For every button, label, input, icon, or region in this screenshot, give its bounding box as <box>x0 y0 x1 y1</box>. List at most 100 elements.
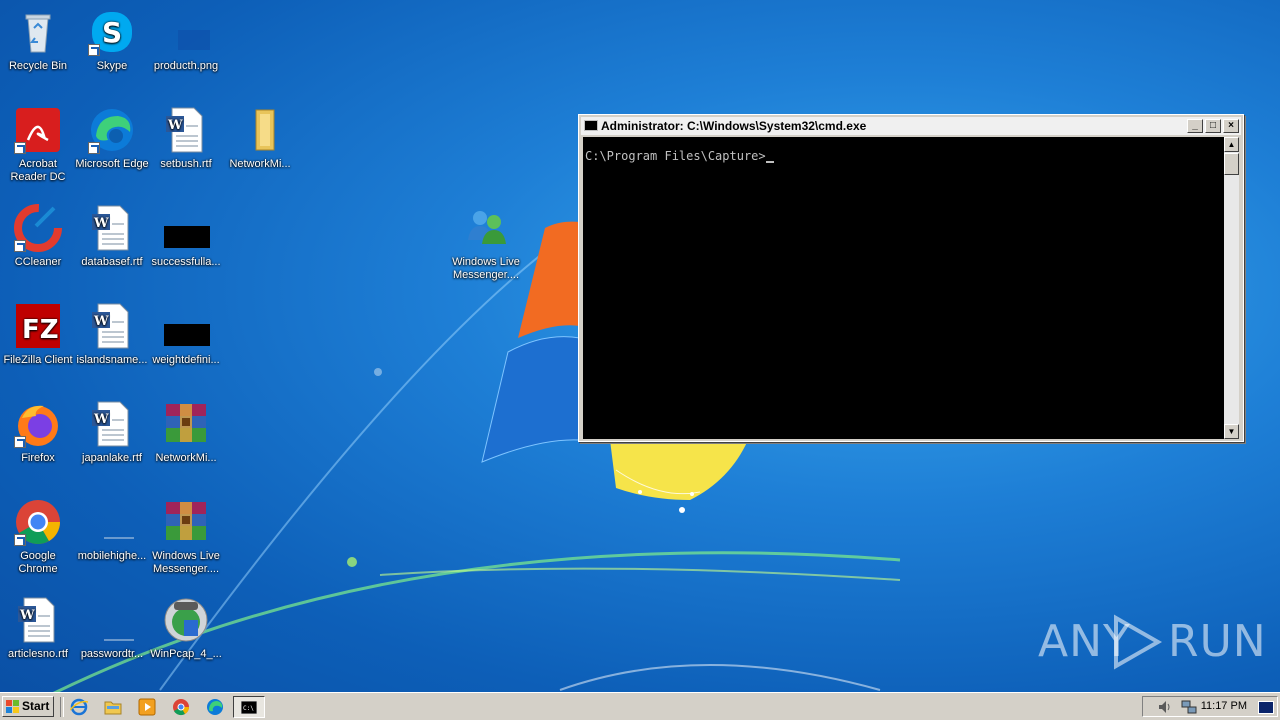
word-doc-icon: W <box>14 596 62 644</box>
firefox-icon <box>14 400 62 448</box>
desktop-icon-label: databasef.rtf <box>81 256 143 268</box>
desktop-icon-label: CCleaner <box>14 256 62 268</box>
desktop-icon-label: Skype <box>96 60 128 72</box>
ie-icon[interactable] <box>70 698 88 716</box>
winpcap-icon <box>162 596 210 644</box>
winrar-icon <box>162 400 210 448</box>
messenger-icon <box>462 204 510 252</box>
edge-icon[interactable] <box>206 698 224 716</box>
cmd-icon: C:\ <box>241 701 257 714</box>
cmd-window[interactable]: Administrator: C:\Windows\System32\cmd.e… <box>578 114 1244 442</box>
black-file-icon <box>162 204 210 252</box>
ccleaner-icon <box>14 204 62 252</box>
watermark-play-icon <box>1114 614 1163 670</box>
desktop-icon-skype[interactable]: S Skype <box>74 8 150 73</box>
close-button[interactable]: × <box>1223 119 1239 133</box>
desktop-icon-databasef[interactable]: W databasef.rtf <box>74 204 150 269</box>
desktop-icon-chrome[interactable]: Google Chrome <box>0 498 76 576</box>
scroll-up-button[interactable]: ▲ <box>1224 137 1239 152</box>
taskbar-separator <box>60 697 64 717</box>
desktop-icon-successfulla[interactable]: successfulla... <box>148 204 224 269</box>
desktop-icon-weightdefini[interactable]: weightdefini... <box>148 302 224 367</box>
desktop-icon-winpcap[interactable]: WinPcap_4_... <box>148 596 224 661</box>
filezilla-icon: FZ <box>14 302 62 350</box>
desktop-icon-messenger-rar[interactable]: Windows Live Messenger.... <box>148 498 224 576</box>
desktop-icon-label: NetworkMi... <box>155 452 217 464</box>
cmd-console[interactable]: C:\Program Files\Capture> <box>583 137 1224 439</box>
desktop-icon-label: FileZilla Client <box>3 354 73 366</box>
desktop-icon-mobilehighe[interactable]: mobilehighe... <box>74 498 150 563</box>
scroll-thumb[interactable] <box>1224 153 1239 175</box>
volume-icon[interactable] <box>1157 699 1173 715</box>
desktop-icon-label: Acrobat Reader DC <box>10 158 66 183</box>
anyrun-watermark: ANY RUN <box>1038 612 1266 672</box>
cmd-scrollbar[interactable]: ▲ ▼ <box>1224 137 1239 439</box>
cmd-prompt-line: C:\Program Files\Capture> <box>585 149 774 163</box>
shortcut-arrow-icon <box>14 436 26 448</box>
skype-icon: S <box>88 8 136 56</box>
chrome-icon <box>14 498 62 546</box>
desktop-icon-edge[interactable]: Microsoft Edge <box>74 106 150 171</box>
shortcut-arrow-icon <box>88 142 100 154</box>
desktop-icon-networkmi-rar[interactable]: NetworkMi... <box>148 400 224 465</box>
desktop-icon-label: weightdefini... <box>152 354 220 366</box>
desktop-icon-label: Windows Live Messenger.... <box>152 550 220 575</box>
taskbar-button-cmd[interactable]: C:\ <box>233 696 265 718</box>
word-doc-icon: W <box>162 106 210 154</box>
desktop-icon-passwordtr[interactable]: passwordtr... <box>74 596 150 661</box>
winrar-icon <box>162 498 210 546</box>
desktop-icon-recycle-bin[interactable]: Recycle Bin <box>0 8 76 73</box>
svg-text:S: S <box>102 16 122 49</box>
svg-text:W: W <box>167 118 183 133</box>
edge-icon <box>88 106 136 154</box>
taskbar: Start C:\ 11:17 PM <box>0 692 1280 720</box>
desktop-icon-setbush[interactable]: W setbush.rtf <box>148 106 224 171</box>
desktop-icon-ccleaner[interactable]: CCleaner <box>0 204 76 269</box>
word-doc-icon: W <box>88 204 136 252</box>
desktop-icon-label: Firefox <box>21 452 55 464</box>
shortcut-arrow-icon <box>14 534 26 546</box>
desktop-icon-label: passwordtr... <box>80 648 144 660</box>
svg-text:FZ: FZ <box>22 315 59 345</box>
desktop-icon-acrobat[interactable]: Acrobat Reader DC <box>0 106 76 184</box>
scroll-down-button[interactable]: ▼ <box>1224 424 1239 439</box>
start-label: Start <box>22 699 50 713</box>
desktop-icon-articlesno[interactable]: W articlesno.rtf <box>0 596 76 661</box>
black-file-icon <box>162 302 210 350</box>
chrome-icon[interactable] <box>172 698 190 716</box>
desktop-icon-label: Microsoft Edge <box>75 158 149 170</box>
desktop-icon-label: articlesno.rtf <box>8 648 68 660</box>
minimize-button[interactable]: _ <box>1187 119 1203 133</box>
shortcut-arrow-icon <box>88 44 100 56</box>
desktop-icon-producth[interactable]: producth.png <box>148 8 224 73</box>
svg-text:W: W <box>93 412 109 427</box>
windows-flag-icon <box>6 700 19 713</box>
system-tray: 11:17 PM <box>1142 696 1278 717</box>
desktop-icon-messenger[interactable]: Windows Live Messenger.... <box>448 204 524 282</box>
svg-text:W: W <box>19 608 35 623</box>
svg-text:W: W <box>93 216 109 231</box>
desktop-icon-label: Recycle Bin <box>8 60 68 72</box>
desktop-icon-islandsname[interactable]: W islandsname... <box>74 302 150 367</box>
desktop-icon-japanlake[interactable]: W japanlake.rtf <box>74 400 150 465</box>
cmd-prompt: C:\Program Files\Capture> <box>585 149 766 163</box>
desktop-icon-label: NetworkMi... <box>229 158 291 170</box>
cmd-cursor <box>765 151 774 163</box>
start-button[interactable]: Start <box>2 696 54 717</box>
clock[interactable]: 11:17 PM <box>1201 697 1247 716</box>
maximize-button[interactable]: □ <box>1205 119 1221 133</box>
desktop-icon-filezilla[interactable]: FZ FileZilla Client <box>0 302 76 367</box>
media-player-icon[interactable] <box>138 698 156 716</box>
cmd-titlebar[interactable]: Administrator: C:\Windows\System32\cmd.e… <box>581 117 1241 135</box>
recycle-bin-icon <box>14 8 62 56</box>
desktop-icon-label: japanlake.rtf <box>82 452 142 464</box>
desktop-icon-networkmi-folder[interactable]: NetworkMi... <box>222 106 298 171</box>
desktop-icon-label: WinPcap_4_... <box>150 648 222 660</box>
word-doc-icon: W <box>88 400 136 448</box>
desktop-icon-firefox[interactable]: Firefox <box>0 400 76 465</box>
cmd-title: Administrator: C:\Windows\System32\cmd.e… <box>601 119 867 133</box>
network-icon[interactable] <box>1181 699 1197 715</box>
explorer-icon[interactable] <box>104 698 122 716</box>
folder-icon <box>236 106 284 154</box>
show-desktop-button[interactable] <box>1258 701 1274 714</box>
